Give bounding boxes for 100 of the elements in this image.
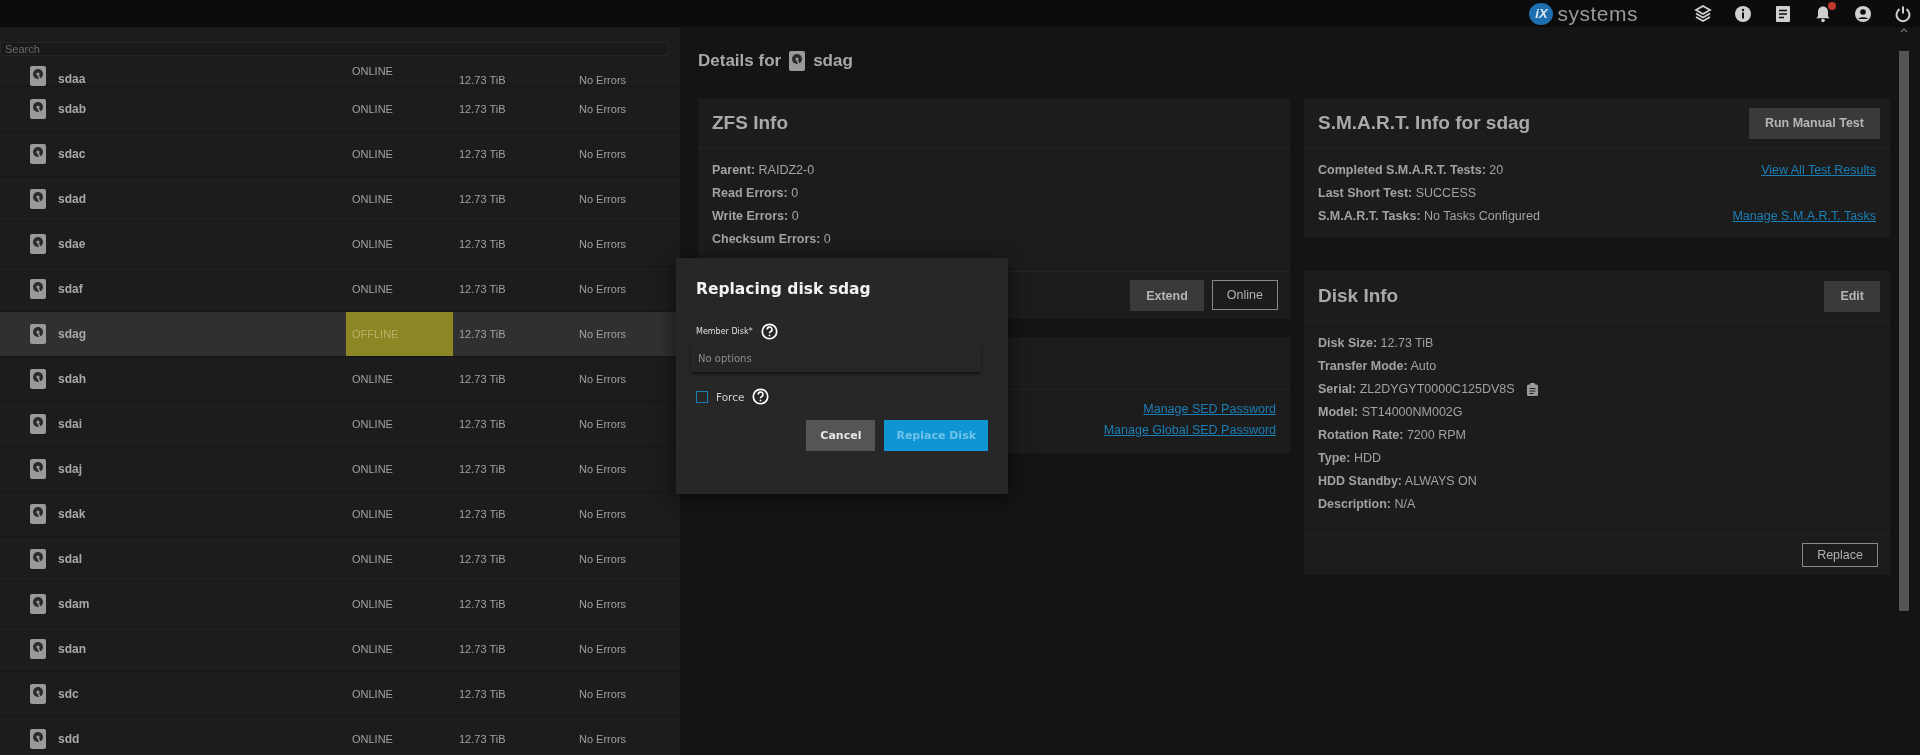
size-cell-text: 12.73 TiB	[458, 688, 507, 700]
disk-row[interactable]: sdab ONLINE 12.73 TiB No Errors	[0, 87, 680, 132]
field-text: Checksum Errors: 0	[712, 231, 831, 247]
status-cell-text: ONLINE	[351, 552, 394, 567]
link[interactable]: Manage Global SED Password	[1103, 423, 1276, 437]
disk-name: sdac	[58, 147, 87, 161]
disk-row[interactable]: sdal ONLINE 12.73 TiB No Errors	[0, 537, 680, 582]
logo-mark: iX	[1529, 2, 1554, 25]
status-cell-text: ONLINE	[351, 597, 394, 612]
hard-drive-icon	[30, 369, 46, 389]
hard-drive-icon	[30, 279, 46, 299]
document-icon[interactable]	[1774, 4, 1792, 23]
hard-drive-icon	[30, 459, 46, 479]
errors-cell-text: No Errors	[578, 193, 628, 205]
link[interactable]: Manage S.M.A.R.T. Tasks	[1732, 208, 1876, 224]
scrollbar-thumb[interactable]	[1899, 51, 1909, 611]
disk-row[interactable]: sdaa ONLINE 12.73 TiB No Errors	[0, 56, 680, 87]
search-field[interactable]: Search	[0, 42, 668, 56]
size-cell-text: 12.73 TiB	[458, 508, 507, 520]
size-cell-text: 12.73 TiB	[458, 418, 507, 430]
replace-button[interactable]: Replace	[1802, 543, 1878, 567]
clipboard-icon[interactable]	[1526, 382, 1538, 396]
help-icon[interactable]	[752, 388, 770, 405]
size-cell-text: 12.73 TiB	[458, 238, 507, 250]
size-cell-text: 12.73 TiB	[458, 373, 507, 385]
power-icon[interactable]	[1894, 4, 1912, 23]
status-cell-text: ONLINE	[351, 732, 394, 747]
action-button[interactable]: Extend	[1130, 280, 1204, 311]
disk-row[interactable]: sdam ONLINE 12.73 TiB No Errors	[0, 582, 680, 627]
hard-drive-icon	[30, 729, 46, 749]
errors-cell-text: No Errors	[578, 418, 628, 430]
disk-name: sdc	[58, 687, 80, 701]
size-cell-text: 12.73 TiB	[458, 193, 507, 205]
disk-name: sdal	[58, 552, 83, 566]
disk-name: sdae	[58, 237, 87, 251]
field-text: Disk Size: 12.73 TiB	[1318, 335, 1434, 351]
hard-drive-icon	[30, 99, 46, 119]
field-text: Completed S.M.A.R.T. Tests: 20	[1318, 162, 1504, 178]
errors-cell-text: No Errors	[578, 238, 628, 250]
disk-name: sdan	[58, 642, 87, 656]
size-cell-text: 12.73 TiB	[458, 148, 507, 160]
disk-row[interactable]: sdac ONLINE 12.73 TiB No Errors	[0, 132, 680, 177]
card-title: Disk Info	[1318, 285, 1399, 307]
disk-name: sdag	[813, 51, 853, 71]
hard-drive-icon	[789, 51, 806, 71]
run-test-button[interactable]: Run Manual Test	[1748, 107, 1880, 139]
info-icon[interactable]	[1734, 4, 1752, 23]
dialog-title: Replacing disk sdag	[696, 280, 872, 298]
disk-name: sdai	[58, 417, 83, 431]
status-cell-text: ONLINE	[351, 642, 394, 657]
hard-drive-icon	[30, 66, 46, 86]
disk-name: sdaj	[58, 462, 83, 476]
disk-name: sdah	[58, 372, 87, 386]
link[interactable]: Manage SED Password	[1143, 402, 1276, 416]
hard-drive-icon	[30, 504, 46, 524]
errors-cell-text: No Errors	[578, 508, 628, 520]
status-cell-text: ONLINE	[351, 462, 394, 477]
user-icon[interactable]	[1854, 4, 1872, 23]
dialog-button[interactable]: Cancel	[806, 420, 876, 451]
disk-row[interactable]: sdae ONLINE 12.73 TiB No Errors	[0, 222, 680, 267]
errors-cell-text: No Errors	[578, 733, 628, 745]
action-button[interactable]: Online	[1211, 280, 1278, 310]
errors-cell-text: No Errors	[578, 553, 628, 565]
disk-row[interactable]: sdak ONLINE 12.73 TiB No Errors	[0, 492, 680, 537]
errors-cell-text: No Errors	[578, 373, 628, 385]
disk-name: sdaf	[58, 282, 84, 296]
field-text: Type: HDD	[1318, 450, 1381, 466]
hard-drive-icon	[30, 189, 46, 209]
size-cell-text: 12.73 TiB	[458, 328, 507, 340]
status-cell-text: ONLINE	[351, 282, 394, 297]
size-cell-text: 12.73 TiB	[458, 553, 507, 565]
size-cell-text: 12.73 TiB	[458, 598, 507, 610]
edit-button[interactable]: Edit	[1824, 280, 1880, 312]
status-cell-text: ONLINE	[351, 237, 394, 252]
force-checkbox[interactable]	[696, 390, 708, 403]
disk-row[interactable]: sdan ONLINE 12.73 TiB No Errors	[0, 627, 680, 672]
details-title: Details for	[698, 51, 782, 71]
size-cell-text: 12.73 TiB	[458, 463, 507, 475]
stack-icon[interactable]	[1694, 4, 1712, 23]
hard-drive-icon	[30, 234, 46, 254]
errors-cell-text: No Errors	[578, 103, 628, 115]
disk-row[interactable]: sdc ONLINE 12.73 TiB No Errors	[0, 672, 680, 717]
help-icon[interactable]	[760, 323, 778, 340]
errors-cell-text: No Errors	[578, 598, 628, 610]
field-text: Serial: ZL2DYGYT0000C125DV8S	[1318, 381, 1515, 397]
status-cell-text: ONLINE	[351, 102, 394, 117]
member-disk-select[interactable]: No options	[691, 344, 981, 372]
disk-row[interactable]: sdad ONLINE 12.73 TiB No Errors	[0, 177, 680, 222]
link[interactable]: View All Test Results	[1761, 162, 1876, 178]
size-cell-text: 12.73 TiB	[458, 643, 507, 655]
disk-row[interactable]: sdd ONLINE 12.73 TiB No Errors	[0, 717, 680, 755]
scroll-up-icon[interactable]	[1900, 27, 1908, 33]
errors-cell-text: No Errors	[578, 688, 628, 700]
bell-icon[interactable]	[1814, 4, 1832, 23]
status-cell: OFFLINE	[346, 312, 453, 356]
field-text: Last Short Test: SUCCESS	[1318, 185, 1477, 201]
hard-drive-icon	[30, 549, 46, 569]
errors-cell-text: No Errors	[578, 74, 628, 86]
status-cell-text: ONLINE	[351, 147, 394, 162]
hard-drive-icon	[30, 684, 46, 704]
